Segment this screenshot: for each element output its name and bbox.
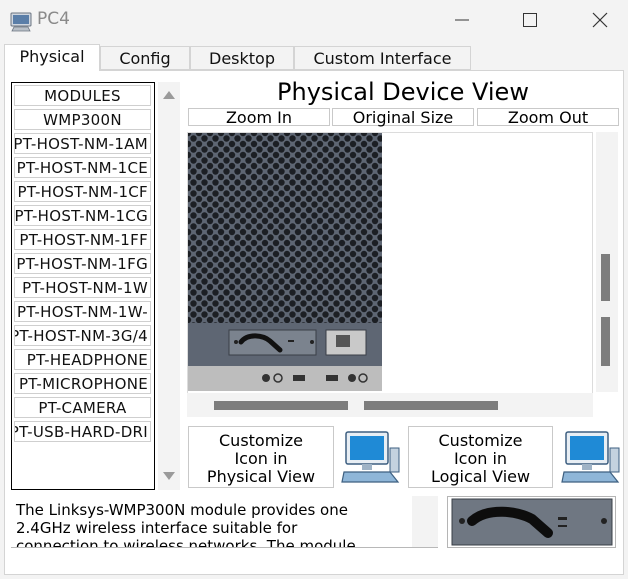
maximize-icon xyxy=(523,13,537,27)
module-item[interactable]: PT-MICROPHONE xyxy=(14,373,151,394)
close-button[interactable] xyxy=(578,6,622,34)
modules-scrollbar[interactable] xyxy=(158,82,180,490)
pc-chassis-image xyxy=(188,133,382,391)
wmp300n-module-image xyxy=(451,498,613,546)
title-bar: PC4 xyxy=(0,0,628,40)
tab-desktop[interactable]: Desktop xyxy=(190,46,294,70)
maximize-button[interactable] xyxy=(508,6,552,34)
module-item[interactable]: PT-HOST-NM-1FF xyxy=(14,229,151,250)
tab-physical[interactable]: Physical xyxy=(4,44,100,71)
module-item[interactable]: PT-USB-HARD-DRI xyxy=(14,421,151,442)
module-item-label: PT-USB-HARD-DRI xyxy=(14,423,148,441)
module-item-label: PT-HOST-NM-1CF xyxy=(17,183,148,201)
customize-label: Logical View xyxy=(430,467,531,486)
description-divider xyxy=(11,547,438,548)
scroll-thumb[interactable] xyxy=(364,401,498,410)
customize-label: Icon in xyxy=(453,449,508,468)
customize-label: Physical View xyxy=(206,467,316,486)
customize-logical-icon-button[interactable]: Customize Icon in Logical View xyxy=(408,426,553,488)
customize-physical-icon-button[interactable]: Customize Icon in Physical View xyxy=(188,426,334,488)
module-item[interactable]: PT-HOST-NM-1CG xyxy=(14,205,151,226)
pc-icon xyxy=(561,431,620,483)
module-item-label: PT-HEADPHONE xyxy=(26,351,148,369)
description-line: The Linksys-WMP300N module provides one xyxy=(16,501,348,519)
viewport-horizontal-scrollbar[interactable] xyxy=(187,393,593,417)
customize-label: Customize xyxy=(219,431,303,450)
module-description: The Linksys-WMP300N module provides one … xyxy=(11,496,412,547)
module-item[interactable]: PT-CAMERA xyxy=(14,397,151,418)
module-item-label: PT-HOST-NM-1FF xyxy=(19,231,148,249)
description-line: connection to wireless networks. The mod… xyxy=(16,537,356,547)
modules-header: MODULES xyxy=(14,85,151,106)
module-item-label: PT-HOST-NM-1AM xyxy=(14,135,148,153)
minimize-icon xyxy=(455,19,469,21)
module-item[interactable]: PT-HEADPHONE xyxy=(14,349,151,370)
scroll-down-arrow-icon[interactable] xyxy=(163,472,175,480)
close-icon xyxy=(592,12,608,28)
module-item-label: PT-HOST-NM-1FG xyxy=(16,255,148,273)
scroll-thumb[interactable] xyxy=(601,254,610,301)
window-title: PC4 xyxy=(37,9,70,29)
scroll-thumb[interactable] xyxy=(214,401,348,410)
original-size-button[interactable]: Original Size xyxy=(332,108,474,126)
viewport-vertical-scrollbar[interactable] xyxy=(596,132,618,392)
module-item[interactable]: PT-HOST-NM-1AM xyxy=(14,133,151,154)
customize-label: Icon in xyxy=(234,449,288,468)
zoom-out-button[interactable]: Zoom Out xyxy=(477,108,619,126)
module-item[interactable]: PT-HOST-NM-1W- xyxy=(14,301,151,322)
pc-icon xyxy=(341,431,400,483)
tab-bar: Physical Config Desktop Custom Interface xyxy=(0,44,628,71)
customize-label: Customize xyxy=(438,431,523,450)
modules-list: MODULES WMP300N PT-HOST-NM-1AM PT-HOST-N… xyxy=(11,82,155,490)
module-item-label: PT-HOST-NM-1W xyxy=(22,279,148,297)
module-preview-image xyxy=(447,496,616,548)
tab-config[interactable]: Config xyxy=(100,46,190,70)
module-item[interactable]: WMP300N xyxy=(14,109,151,130)
module-item-label: PT-HOST-NM-3G/4 xyxy=(14,327,148,345)
module-item[interactable]: PT-HOST-NM-3G/4 xyxy=(14,325,151,346)
scroll-thumb[interactable] xyxy=(601,317,610,366)
device-viewport[interactable] xyxy=(187,132,593,417)
minimize-button[interactable] xyxy=(440,6,484,34)
module-item-label: PT-HOST-NM-1CG xyxy=(14,207,148,225)
module-item[interactable]: PT-HOST-NM-1W xyxy=(14,277,151,298)
packet-tracer-pc-icon xyxy=(10,12,32,32)
tab-custom-interface[interactable]: Custom Interface xyxy=(294,46,471,70)
scroll-up-arrow-icon[interactable] xyxy=(163,91,175,99)
module-item-label: PT-HOST-NM-1CE xyxy=(16,159,148,177)
zoom-in-button[interactable]: Zoom In xyxy=(188,108,330,126)
physical-device-view-title: Physical Device View xyxy=(277,78,529,106)
module-item[interactable]: PT-HOST-NM-1CF xyxy=(14,181,151,202)
module-item[interactable]: PT-HOST-NM-1FG xyxy=(14,253,151,274)
module-item-label: PT-HOST-NM-1W- xyxy=(16,303,148,321)
module-item[interactable]: PT-HOST-NM-1CE xyxy=(14,157,151,178)
description-line: 2.4GHz wireless interface suitable for xyxy=(16,519,298,537)
description-scrollbar[interactable] xyxy=(412,496,438,547)
module-item-label: PT-MICROPHONE xyxy=(18,375,148,393)
